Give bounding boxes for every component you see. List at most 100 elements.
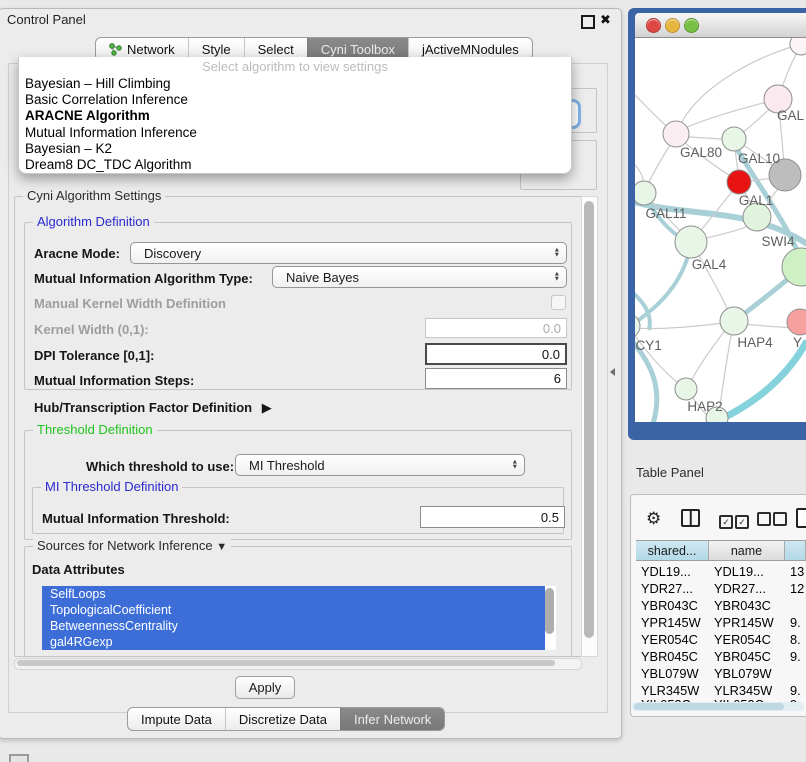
attribute-item-selected[interactable]: SelfLoops xyxy=(42,586,545,602)
table-cell[interactable]: 12 xyxy=(790,581,804,596)
mi-steps-field[interactable] xyxy=(425,368,567,389)
table-cell[interactable]: YLR345W xyxy=(714,683,772,698)
minimized-panel-icon[interactable] xyxy=(9,754,29,762)
table-cell[interactable]: 9. xyxy=(790,615,801,630)
table-cell[interactable]: YLR345W xyxy=(641,683,699,698)
settings-vertical-scrollbar[interactable] xyxy=(581,196,598,657)
node-label: GAL10 xyxy=(738,151,780,166)
network-canvas[interactable]: GAL GAL80 GAL10 GAL1 GAL11 SWI4 GAL4 GCY… xyxy=(635,38,806,422)
node-label: GAL80 xyxy=(680,145,722,160)
gear-icon[interactable]: ⚙ xyxy=(646,509,661,529)
split-columns-icon[interactable] xyxy=(681,509,700,527)
attribute-item-selected[interactable]: BetweennessCentrality xyxy=(42,618,545,634)
dropdown-item-highlighted[interactable]: ARACNE Algorithm xyxy=(19,108,571,124)
attribute-item-selected[interactable]: gal4RGexp xyxy=(42,634,545,650)
mi-steps-label: Mutual Information Steps: xyxy=(34,373,194,388)
show-checked-columns-icon[interactable]: ✓✓ xyxy=(719,512,749,530)
manual-kernel-width-checkbox[interactable] xyxy=(551,295,566,310)
new-table-icon[interactable] xyxy=(796,508,806,528)
node-label: GAL xyxy=(777,108,805,123)
expand-arrow-icon: ▶ xyxy=(262,400,272,415)
network-graph: GAL GAL80 GAL10 GAL1 GAL11 SWI4 GAL4 GCY… xyxy=(635,38,806,422)
node-label: GAL11 xyxy=(645,206,686,221)
attribute-item-selected[interactable]: TopologicalCoefficient xyxy=(42,602,545,618)
network-node[interactable] xyxy=(635,181,656,205)
settings-horizontal-scrollbar[interactable] xyxy=(14,658,582,670)
table-cell[interactable]: YDR27... xyxy=(714,581,766,596)
node-label: GAL4 xyxy=(692,257,727,272)
network-node[interactable] xyxy=(790,38,806,55)
list-scrollbar[interactable] xyxy=(545,588,554,634)
tab-impute-data[interactable]: Impute Data xyxy=(128,708,225,730)
node-label: HAP2 xyxy=(687,399,722,414)
network-node[interactable] xyxy=(675,378,697,400)
kernel-width-label: Kernel Width (0,1): xyxy=(34,322,149,337)
table-cell[interactable]: YDR27... xyxy=(641,581,693,596)
mi-threshold-field[interactable] xyxy=(420,506,565,528)
table-cell[interactable]: 9. xyxy=(790,649,801,664)
dropdown-item[interactable]: Dream8 DC_TDC Algorithm xyxy=(19,157,571,173)
table-cell[interactable]: 9. xyxy=(790,683,801,698)
mi-algorithm-type-label: Mutual Information Algorithm Type: xyxy=(34,271,253,286)
column-header-partial[interactable] xyxy=(785,540,806,561)
kernel-width-field[interactable] xyxy=(425,318,567,338)
close-window-icon[interactable]: ✖ xyxy=(600,12,611,28)
tab-discretize-data[interactable]: Discretize Data xyxy=(225,708,340,730)
network-node[interactable] xyxy=(787,309,806,335)
table-cell[interactable]: YER054C xyxy=(641,632,698,647)
close-traffic-light-icon[interactable] xyxy=(646,18,661,33)
table-cell[interactable]: YBL079W xyxy=(714,666,772,681)
table-cell[interactable]: YER054C xyxy=(714,632,771,647)
which-threshold-label: Which threshold to use: xyxy=(86,459,234,474)
network-window-titlebar[interactable] xyxy=(635,13,806,38)
table-cell[interactable]: 13 xyxy=(790,564,804,579)
table-panel-title: Table Panel xyxy=(636,465,704,480)
which-threshold-combobox[interactable]: MI Threshold ▲▼ xyxy=(235,454,525,476)
data-attributes-list[interactable]: SelfLoops TopologicalCoefficient Between… xyxy=(42,586,556,650)
network-node-selected[interactable] xyxy=(727,170,751,194)
dropdown-item[interactable]: Basic Correlation Inference xyxy=(19,92,571,108)
zoom-traffic-light-icon[interactable] xyxy=(684,18,699,33)
node-label: GCY1 xyxy=(635,338,662,353)
hub-section-toggle[interactable]: Hub/Transcription Factor Definition ▶ xyxy=(34,400,272,416)
table-cell[interactable]: YBL079W xyxy=(641,666,699,681)
table-cell[interactable]: YPR145W xyxy=(714,615,774,630)
aracne-mode-combobox[interactable]: Discovery ▲▼ xyxy=(130,242,567,264)
tab-infer-network[interactable]: Infer Network xyxy=(340,708,444,730)
column-header-shared-name[interactable]: shared... xyxy=(636,540,709,561)
settings-legend: Cyni Algorithm Settings xyxy=(23,188,165,203)
network-node[interactable] xyxy=(720,307,748,335)
table-cell[interactable]: YDL19... xyxy=(714,564,764,579)
hide-columns-icon[interactable] xyxy=(757,512,787,531)
dpi-tolerance-field[interactable] xyxy=(425,343,567,365)
combo-arrows-icon: ▲▼ xyxy=(554,248,560,257)
float-window-icon[interactable] xyxy=(581,15,595,29)
network-node[interactable] xyxy=(663,121,689,147)
table-cell[interactable]: 8. xyxy=(790,632,801,647)
combo-arrows-icon: ▲▼ xyxy=(554,272,560,281)
column-header-name[interactable]: name xyxy=(709,540,785,561)
table-cell[interactable]: YPR145W xyxy=(641,615,701,630)
node-label: Y xyxy=(793,335,802,350)
table-cell[interactable]: YBR043C xyxy=(641,598,698,613)
node-label: GAL1 xyxy=(739,193,774,208)
network-node[interactable] xyxy=(722,127,746,151)
dropdown-item[interactable]: Bayesian – K2 xyxy=(19,141,571,157)
table-horizontal-scrollbar[interactable] xyxy=(632,702,804,711)
table-cell[interactable]: YBR043C xyxy=(714,598,771,613)
table-cell[interactable]: YBR045C xyxy=(641,649,698,664)
table-cell[interactable]: YDL19... xyxy=(641,564,691,579)
dropdown-item[interactable]: Mutual Information Inference xyxy=(19,125,571,141)
aracne-mode-label: Aracne Mode: xyxy=(34,246,120,261)
dpi-tolerance-label: DPI Tolerance [0,1]: xyxy=(34,348,154,363)
network-node[interactable] xyxy=(675,226,707,258)
dropdown-item[interactable]: Bayesian – Hill Climbing xyxy=(19,76,571,92)
table-cell[interactable]: YBR045C xyxy=(714,649,771,664)
manual-kernel-width-label: Manual Kernel Width Definition xyxy=(34,296,226,311)
split-pane-collapse-handle[interactable] xyxy=(610,368,615,376)
minimize-traffic-light-icon[interactable] xyxy=(665,18,680,33)
cyni-bottom-tabbar: Impute Data Discretize Data Infer Networ… xyxy=(127,707,445,731)
apply-button[interactable]: Apply xyxy=(235,676,295,699)
mi-algorithm-type-combobox[interactable]: Naive Bayes ▲▼ xyxy=(272,266,567,288)
collapse-arrow-icon[interactable]: ▼ xyxy=(216,541,227,553)
